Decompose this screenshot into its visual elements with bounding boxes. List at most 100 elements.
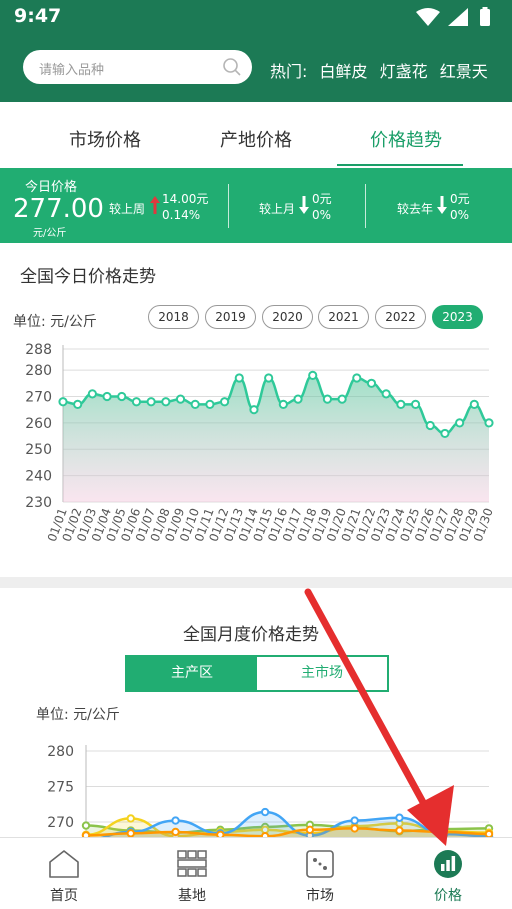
arrow-down-icon: [437, 196, 447, 214]
data-point: [425, 420, 435, 431]
hot-item[interactable]: 白鲜皮: [320, 62, 368, 81]
monthly-price-chart: 270 275 280: [47, 744, 494, 837]
year-selector: 2018 2019 2020 2021 2022 2023: [148, 305, 488, 331]
data-point: [171, 816, 180, 825]
search-placeholder: 请输入品种: [39, 63, 105, 78]
data-point: [249, 405, 259, 415]
year-pill-active[interactable]: 2023: [432, 305, 483, 329]
region-segment-control: 主产区 主市场: [125, 655, 389, 692]
data-point: [484, 418, 494, 428]
data-point: [410, 399, 421, 409]
week-compare-amount: 14.00元: [162, 192, 209, 206]
data-point: [455, 418, 465, 428]
search-icon: [223, 58, 241, 76]
data-point: [337, 394, 347, 404]
year-pill[interactable]: 2018: [148, 305, 199, 329]
today-price-summary: 今日价格 277.00 元/公斤 较上周 14.00元 0.14% 较上月 0元…: [0, 168, 512, 243]
year-compare-amount: 0元: [450, 192, 470, 206]
data-point: [381, 389, 391, 399]
data-point: [73, 399, 83, 409]
market-icon: [306, 850, 334, 878]
nav-label: 市场: [306, 888, 334, 904]
year-pill[interactable]: 2022: [375, 305, 426, 329]
data-point: [131, 397, 142, 407]
data-point: [161, 397, 171, 407]
divider: [228, 184, 229, 228]
data-point: [234, 373, 244, 383]
segment-main-market[interactable]: 主市场: [257, 657, 387, 690]
status-time: 9:47: [14, 5, 62, 27]
bottom-navigation: 首页 基地 市场 价格: [0, 837, 512, 909]
data-point: [81, 821, 91, 830]
y-tick-label: 275: [47, 780, 74, 796]
year-compare-label: 较去年: [397, 202, 434, 216]
data-point: [395, 813, 404, 822]
year-pill[interactable]: 2020: [262, 305, 313, 329]
segment-main-origin[interactable]: 主产区: [127, 657, 257, 690]
daily-trend-title: 全国今日价格走势: [20, 267, 156, 287]
grid-icon: [177, 850, 207, 877]
nav-home[interactable]: 首页: [0, 838, 128, 909]
tab-price-trend[interactable]: 价格趋势: [370, 126, 442, 152]
monthly-trend-title: 全国月度价格走势: [183, 625, 319, 645]
data-point: [219, 397, 230, 407]
active-tab-indicator: [337, 164, 463, 166]
today-price-unit: 元/公斤: [33, 228, 67, 239]
month-compare-amount: 0元: [312, 192, 332, 206]
divider: [365, 184, 366, 228]
tab-origin-price[interactable]: 产地价格: [220, 126, 292, 152]
data-point: [305, 825, 315, 835]
data-point: [190, 399, 200, 409]
data-point: [350, 824, 359, 833]
data-point: [264, 373, 274, 383]
data-point: [126, 814, 135, 823]
bar-chart-icon: [434, 850, 462, 878]
tab-bar: 市场价格 产地价格 价格趋势: [0, 102, 512, 168]
y-tick-label: 280: [25, 363, 52, 379]
daily-price-chart: 23024025026027028028801/0101/0201/0301/0…: [25, 342, 496, 544]
home-icon: [49, 850, 79, 878]
y-tick-label: 288: [25, 342, 52, 358]
data-point: [146, 397, 156, 407]
search-input[interactable]: 请输入品种: [23, 50, 252, 84]
month-compare-label: 较上月: [259, 202, 296, 216]
year-pill[interactable]: 2021: [318, 305, 369, 329]
y-tick-label: 270: [47, 815, 74, 831]
y-tick-label: 250: [25, 442, 52, 458]
nav-market[interactable]: 市场: [256, 838, 384, 909]
tab-market-price[interactable]: 市场价格: [69, 126, 141, 152]
wifi-icon: [416, 8, 440, 26]
year-pill[interactable]: 2019: [205, 305, 256, 329]
data-point: [58, 397, 68, 407]
today-price-value: 277.00: [13, 194, 104, 224]
y-tick-label: 260: [25, 416, 52, 432]
nav-price[interactable]: 价格: [384, 838, 512, 909]
nav-label: 价格: [434, 888, 462, 904]
battery-icon: [480, 9, 490, 26]
data-point: [278, 399, 288, 409]
nav-base[interactable]: 基地: [128, 838, 256, 909]
today-price-label: 今日价格: [25, 180, 78, 195]
y-tick-label: 270: [25, 389, 52, 405]
arrow-up-icon: [150, 196, 160, 214]
data-point: [126, 829, 135, 837]
data-point: [293, 394, 303, 404]
app-header: 9:47 请输入品种 热门: 白鲜皮 灯盏花 红景天: [0, 0, 512, 102]
data-point: [366, 378, 377, 388]
week-compare-percent: 0.14%: [162, 208, 201, 222]
hot-item[interactable]: 灯盏花: [380, 62, 428, 81]
year-compare-percent: 0%: [450, 208, 470, 222]
data-point: [440, 827, 449, 837]
data-point: [260, 807, 270, 817]
data-point: [117, 391, 127, 402]
status-icons: [416, 7, 490, 26]
status-bar: 9:47: [0, 0, 512, 34]
nav-label: 基地: [178, 888, 206, 904]
data-point: [171, 827, 180, 837]
daily-trend-unit: 单位: 元/公斤: [13, 314, 97, 330]
data-point: [322, 394, 333, 404]
data-point: [469, 399, 479, 409]
data-point: [102, 391, 112, 402]
arrow-down-icon: [299, 196, 309, 214]
hot-item[interactable]: 红景天: [440, 62, 488, 81]
